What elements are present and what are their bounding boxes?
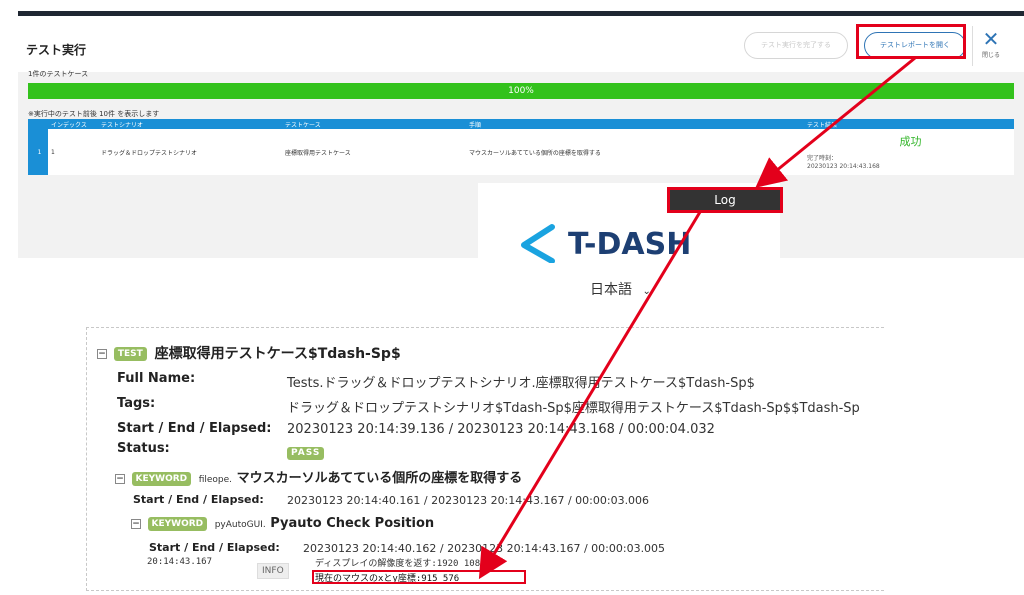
annotation-arrows <box>478 56 916 580</box>
screenshot-stage: テスト実行 テスト実行を完了する テストレポートを開く ✕ 閉じる 1件のテスト… <box>0 0 1024 595</box>
arrow-report-to-log <box>755 56 916 188</box>
arrow-log-to-mouse-position <box>478 211 702 580</box>
